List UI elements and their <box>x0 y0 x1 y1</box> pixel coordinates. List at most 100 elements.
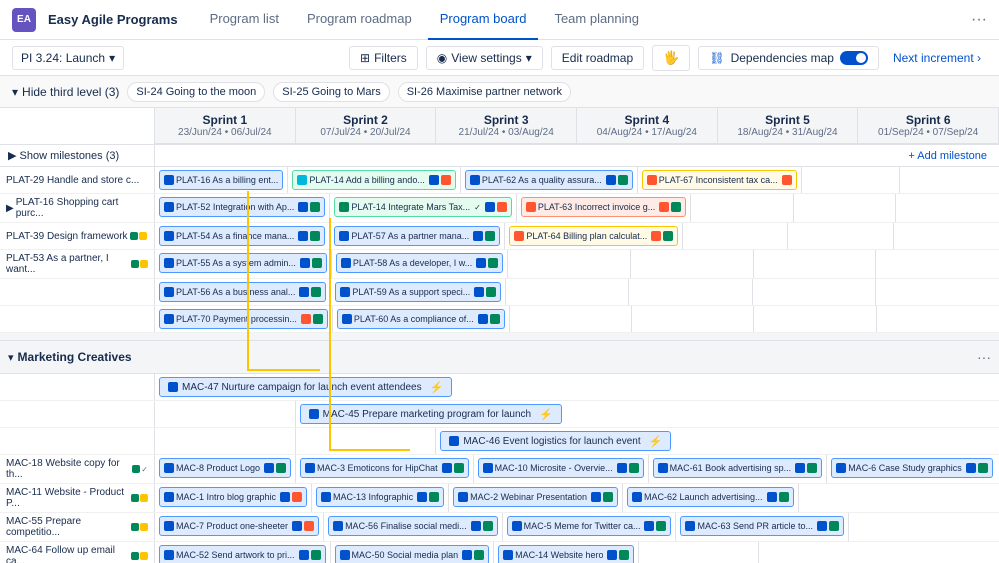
card-mac-13[interactable]: MAC-13 Infographic <box>316 487 444 507</box>
toggle-switch[interactable] <box>840 51 868 65</box>
platform-row-5-cell-6 <box>876 279 999 305</box>
nav-tab-program-board[interactable]: Program board <box>428 0 539 40</box>
platform-row-5-label <box>0 279 155 305</box>
marketing-more-button[interactable]: ··· <box>977 349 991 365</box>
edit-roadmap-button[interactable]: Edit roadmap <box>551 46 644 70</box>
marketing-row-1-cell-5: MAC-6 Case Study graphics <box>827 455 997 483</box>
marketing-row-4-cell-1: MAC-52 Send artwork to pri... <box>155 542 331 563</box>
card-plat-14-s2[interactable]: PLAT-14 Add a billing ando... <box>292 170 455 190</box>
plat-53-label: PLAT-53 As a partner, I want... <box>6 253 129 275</box>
platform-row-1-cell-2: PLAT-14 Add a billing ando... <box>288 167 460 193</box>
event-cell-2 <box>296 428 437 454</box>
prepare-cell-1 <box>155 401 296 427</box>
marketing-row-1-cell-3: MAC-10 Microsite - Overvie... <box>474 455 649 483</box>
section-spacer <box>0 333 999 341</box>
platform-row-4-cell-4 <box>631 250 754 278</box>
show-milestones[interactable]: ▶ Show milestones (3) <box>0 145 155 166</box>
top-nav: EA Easy Agile Programs Program list Prog… <box>0 0 999 40</box>
nav-tab-team-planning[interactable]: Team planning <box>542 0 651 40</box>
card-mac-5[interactable]: MAC-5 Meme for Twitter ca... <box>507 516 672 536</box>
card-plat-14-integrate[interactable]: PLAT-14 Integrate Mars Tax...✓ <box>334 197 511 217</box>
card-plat-70-s1[interactable]: PLAT-70 Payment processin... <box>159 309 328 329</box>
card-plat-55-s1[interactable]: PLAT-55 As a system admin... <box>159 253 327 273</box>
marketing-row-2-cell-5 <box>799 484 899 512</box>
card-plat-62-s3[interactable]: PLAT-62 As a quality assura... <box>465 170 633 190</box>
view-settings-button[interactable]: ◉ View settings ▾ <box>426 46 543 70</box>
chevron-icon: ▾ <box>12 85 18 99</box>
sprint-1-dates: 23/Jun/24 • 06/Jul/24 <box>159 127 291 138</box>
card-mac-6[interactable]: MAC-6 Case Study graphics <box>831 458 993 478</box>
card-mac-10[interactable]: MAC-10 Microsite - Overvie... <box>478 458 644 478</box>
card-mac-50[interactable]: MAC-50 Social media plan <box>335 545 490 563</box>
card-mac-62[interactable]: MAC-62 Launch advertising... <box>627 487 794 507</box>
mac-45-label: MAC-45 Prepare marketing program for lau… <box>323 409 531 420</box>
platform-row-2-cell-4 <box>691 194 794 222</box>
card-plat-56-s1[interactable]: PLAT-56 As a business anal... <box>159 282 326 302</box>
next-increment-button[interactable]: Next increment › <box>887 47 987 69</box>
edit-roadmap-label: Edit roadmap <box>562 51 633 65</box>
milestones-row: ▶ Show milestones (3) + Add milestone <box>0 145 999 167</box>
marketing-row-2-cell-1: MAC-1 Intro blog graphic <box>155 484 312 512</box>
platform-row-3: PLAT-39 Design framework PLAT-54 As a fi… <box>0 223 999 250</box>
card-plat-59-s2[interactable]: PLAT-59 As a support speci... <box>335 282 501 302</box>
si-26-badge[interactable]: SI-26 Maximise partner network <box>398 82 571 102</box>
platform-row-5-cell-4 <box>629 279 752 305</box>
card-plat-54-s1[interactable]: PLAT-54 As a finance mana... <box>159 226 325 246</box>
plat-39-label: PLAT-39 Design framework <box>6 231 128 242</box>
card-mac-2[interactable]: MAC-2 Webinar Presentation <box>453 487 618 507</box>
card-mac-52-artwork[interactable]: MAC-52 Send artwork to pri... <box>159 545 326 563</box>
platform-row-4-label: PLAT-53 As a partner, I want... <box>0 250 155 278</box>
cursor-button[interactable]: 🖐 <box>652 45 690 71</box>
nav-more-button[interactable]: ··· <box>971 11 987 29</box>
card-plat-57-s2[interactable]: PLAT-57 As a partner mana... <box>334 226 500 246</box>
card-mac-56[interactable]: MAC-56 Finalise social medi... <box>328 516 498 536</box>
mac-46-card[interactable]: MAC-46 Event logistics for launch event … <box>440 431 671 451</box>
add-milestone-button[interactable]: + Add milestone <box>908 150 987 162</box>
program-select[interactable]: PI 3.24: Launch ▾ <box>12 46 124 70</box>
card-mac-7[interactable]: MAC-7 Product one-sheeter <box>159 516 319 536</box>
card-mac-14[interactable]: MAC-14 Website hero <box>498 545 634 563</box>
marketing-section-toggle[interactable]: ▾ Marketing Creatives ··· <box>0 341 999 373</box>
platform-row-4-cell-3 <box>508 250 631 278</box>
marketing-row-2: MAC-11 Website - Product P... MAC-1 Intr… <box>0 484 999 513</box>
platform-row-3-cell-6 <box>894 223 999 249</box>
hide-third-level-toggle[interactable]: ▾ Hide third level (3) <box>12 85 119 99</box>
platform-row-1-cell-5 <box>802 167 901 193</box>
prepare-label-col <box>0 401 155 427</box>
platform-row-5-cell-2: PLAT-59 As a support speci... <box>331 279 506 305</box>
platform-row-2-label: ▶ PLAT-16 Shopping cart purc... <box>0 194 155 222</box>
platform-row-2-cell-2: PLAT-14 Integrate Mars Tax...✓ <box>330 194 516 222</box>
filters-button[interactable]: ⊞ Filters <box>349 46 418 70</box>
card-mac-8[interactable]: MAC-8 Product Logo <box>159 458 291 478</box>
mac-47-card[interactable]: MAC-47 Nurture campaign for launch event… <box>159 377 452 397</box>
marketing-row-1: MAC-18 Website copy for th... ✓ MAC-8 Pr… <box>0 455 999 484</box>
card-mac-63[interactable]: MAC-63 Send PR article to... <box>680 516 844 536</box>
card-mac-3[interactable]: MAC-3 Emoticons for HipChat <box>300 458 469 478</box>
card-plat-58-s2[interactable]: PLAT-58 As a developer, I w... <box>336 253 503 273</box>
card-mac-61[interactable]: MAC-61 Book advertising sp... <box>653 458 823 478</box>
platform-row-3-cell-1: PLAT-54 As a finance mana... <box>155 223 330 249</box>
card-mac-1[interactable]: MAC-1 Intro blog graphic <box>159 487 307 507</box>
platform-row-6-cell-4 <box>632 306 754 332</box>
card-plat-16-s1[interactable]: PLAT-16 As a billing ent... <box>159 170 283 190</box>
nav-tab-program-roadmap[interactable]: Program roadmap <box>295 0 424 40</box>
platform-row-6-cell-5 <box>754 306 876 332</box>
platform-row-6-cell-1: PLAT-70 Payment processin... <box>155 306 333 332</box>
mac-55-label: MAC-55 Prepare competitio... <box>6 516 129 538</box>
card-plat-52-s1[interactable]: PLAT-52 Integration with Ap... <box>159 197 325 217</box>
dependencies-map-toggle[interactable]: ⛓ Dependencies map <box>698 46 879 70</box>
card-plat-67-s4[interactable]: PLAT-67 Inconsistent tax ca... <box>642 170 797 190</box>
si-25-badge[interactable]: SI-25 Going to Mars <box>273 82 389 102</box>
sprint-5-dates: 18/Aug/24 • 31/Aug/24 <box>722 127 854 138</box>
card-plat-60-s2[interactable]: PLAT-60 As a compliance of... <box>337 309 505 329</box>
nav-tab-program-list[interactable]: Program list <box>198 0 291 40</box>
card-plat-63-s3[interactable]: PLAT-63 Incorrect invoice g... <box>521 197 686 217</box>
platform-row-6: PLAT-70 Payment processin... PLAT-60 As … <box>0 306 999 333</box>
si-24-badge[interactable]: SI-24 Going to the moon <box>127 82 265 102</box>
sprint-3-header: Sprint 3 21/Jul/24 • 03/Aug/24 <box>436 108 577 144</box>
cursor-icon: 🖐 <box>663 50 679 66</box>
platform-row-3-cell-5 <box>788 223 893 249</box>
mac-45-card[interactable]: MAC-45 Prepare marketing program for lau… <box>300 404 562 424</box>
link-icon: ⛓ <box>709 51 724 65</box>
card-plat-64-s3[interactable]: PLAT-64 Billing plan calculat... <box>509 226 678 246</box>
